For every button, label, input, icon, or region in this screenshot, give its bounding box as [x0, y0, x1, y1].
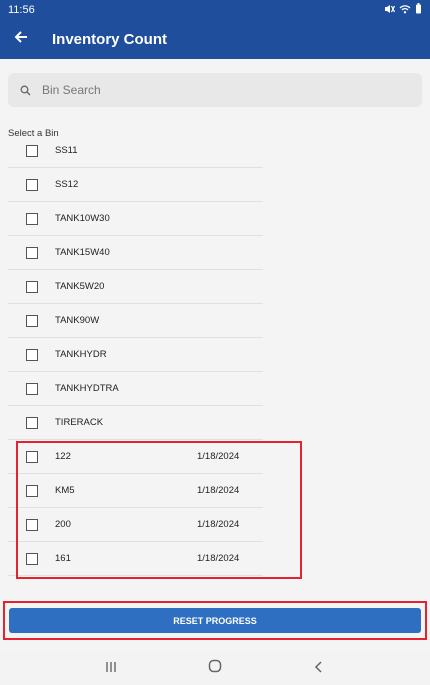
battery-icon — [415, 3, 422, 17]
list-item[interactable]: TANK5W20 — [8, 270, 263, 304]
bin-search-input[interactable] — [42, 83, 402, 97]
bin-name: TANK10W30 — [55, 213, 110, 224]
recent-apps-icon — [105, 660, 117, 678]
status-time: 11:56 — [8, 4, 35, 16]
highlight-dated-bins — [16, 441, 302, 579]
chevron-left-icon — [314, 660, 324, 678]
bin-checkbox[interactable] — [26, 348, 38, 361]
bin-checkbox[interactable] — [26, 416, 38, 429]
recent-apps-button[interactable] — [100, 658, 122, 680]
bin-checkbox[interactable] — [26, 144, 38, 157]
arrow-back-icon — [14, 30, 28, 49]
page-title: Inventory Count — [52, 31, 167, 48]
list-item[interactable]: SS11 — [8, 134, 263, 168]
list-item[interactable]: TANK10W30 — [8, 202, 263, 236]
bin-name: SS12 — [55, 179, 79, 190]
bin-name: SS11 — [55, 145, 78, 156]
bin-checkbox[interactable] — [26, 178, 38, 191]
status-bar: 11:56 — [0, 0, 430, 20]
app-bar: Inventory Count — [0, 20, 430, 59]
bin-name: TANKHYDTRA — [55, 383, 119, 394]
bin-checkbox[interactable] — [26, 382, 38, 395]
home-button[interactable] — [204, 658, 226, 680]
list-item[interactable]: TANKHYDTRA — [8, 372, 263, 406]
list-item[interactable]: SS12 — [8, 168, 263, 202]
wifi-icon — [399, 4, 411, 17]
mute-icon — [384, 4, 396, 17]
bin-name: TANK5W20 — [55, 281, 105, 292]
list-item[interactable]: TANK90W — [8, 304, 263, 338]
bin-name: TIRERACK — [55, 417, 104, 428]
list-item[interactable]: TANK15W40 — [8, 236, 263, 270]
bin-name: TANK90W — [55, 315, 100, 326]
bin-checkbox[interactable] — [26, 246, 38, 259]
search-icon — [18, 83, 32, 97]
list-item[interactable]: TANKHYDR — [8, 338, 263, 372]
reset-progress-button[interactable]: RESET PROGRESS — [9, 608, 421, 633]
bin-checkbox[interactable] — [26, 314, 38, 327]
bin-name: TANKHYDR — [55, 349, 107, 360]
bin-checkbox[interactable] — [26, 212, 38, 225]
system-nav-bar — [0, 652, 430, 685]
list-item[interactable]: TIRERACK — [8, 406, 263, 440]
home-icon — [208, 659, 222, 678]
back-button[interactable] — [0, 20, 42, 59]
bin-name: TANK15W40 — [55, 247, 110, 258]
bin-checkbox[interactable] — [26, 280, 38, 293]
bin-search-box[interactable] — [8, 73, 422, 107]
back-nav-button[interactable] — [308, 658, 330, 680]
status-icons — [384, 3, 422, 17]
